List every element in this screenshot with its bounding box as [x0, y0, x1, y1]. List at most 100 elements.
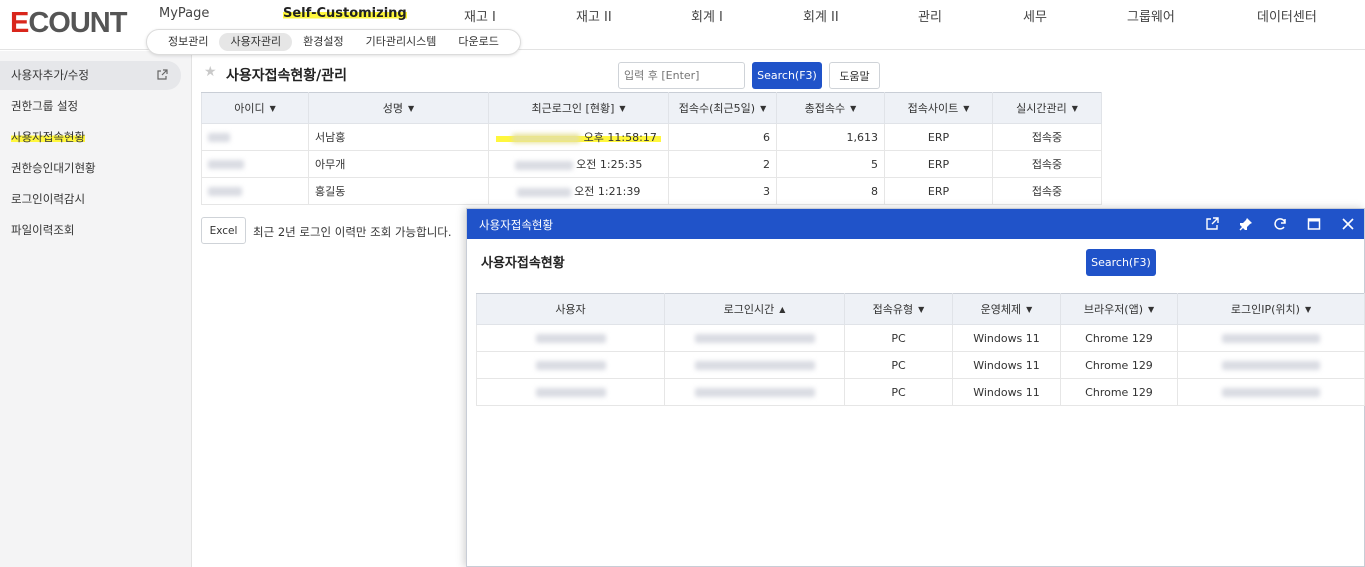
popup-title-bar[interactable]: 사용자접속현황 — [467, 209, 1364, 239]
refresh-icon[interactable] — [1272, 216, 1288, 232]
cell-access-type: PC — [844, 378, 953, 406]
maximize-icon[interactable] — [1306, 216, 1322, 232]
popup-access-table: 사용자 로그인시간 ▲ 접속유형 ▼ 운영체제 ▼ 브라우저(앱) ▼ 로그인IP(위치… — [476, 293, 1365, 406]
nav-data-center[interactable]: 데이터센터 — [1257, 6, 1317, 25]
table-header-row: 사용자 로그인시간 ▲ 접속유형 ▼ 운영체제 ▼ 브라우저(앱) ▼ 로그인IP(위치… — [476, 293, 1365, 325]
sidebar-item-file-history[interactable]: 파일이력조회 — [0, 216, 181, 245]
sidebar-item-label: 로그인이력감시 — [11, 192, 86, 206]
cell-name: 홍길동 — [308, 177, 489, 205]
cell-browser: Chrome 129 — [1060, 351, 1178, 379]
cell-browser: Chrome 129 — [1060, 324, 1178, 352]
col-header-access-type[interactable]: 접속유형 ▼ — [844, 293, 953, 325]
nav-accounting-1[interactable]: 회계 I — [691, 6, 723, 25]
page-title: 사용자접속현황/관리 — [226, 68, 348, 84]
cell-login-ip — [1177, 378, 1365, 406]
col-header-browser[interactable]: 브라우저(앱) ▼ — [1060, 293, 1178, 325]
page-header: ★ 사용자접속현황/관리 Search(F3) 도움말 — [193, 51, 1193, 96]
nav-groupware[interactable]: 그룹웨어 — [1127, 6, 1175, 25]
cell-access-type: PC — [844, 351, 953, 379]
nav-mypage[interactable]: MyPage — [159, 6, 209, 21]
user-access-table: 아이디 ▼ 성명 ▼ 최근로그인 [현황] ▼ 접속수(최근5일) ▼ 총접속수 ▼ 접속… — [201, 92, 1102, 205]
cell-login-time — [664, 351, 845, 379]
star-icon[interactable]: ★ — [204, 64, 217, 80]
col-header-os[interactable]: 운영체제 ▼ — [952, 293, 1061, 325]
cell-realtime-status[interactable]: 접속중 — [992, 150, 1102, 178]
col-header-site[interactable]: 접속사이트 ▼ — [884, 92, 993, 124]
cell-browser: Chrome 129 — [1060, 378, 1178, 406]
cell-recent-count: 2 — [668, 150, 777, 178]
cell-user — [476, 324, 665, 352]
col-header-login-time[interactable]: 로그인시간 ▲ — [664, 293, 845, 325]
subnav-info-management[interactable]: 정보관리 — [157, 33, 219, 51]
cell-site: ERP — [884, 123, 993, 151]
nav-inventory-2[interactable]: 재고 II — [576, 6, 612, 25]
table-row[interactable]: 서남홍 오후 11:58:17 6 1,613 ERP 접속중 — [201, 123, 1102, 151]
cell-login-ip — [1177, 351, 1365, 379]
excel-button[interactable]: Excel — [201, 217, 246, 244]
col-header-login-ip[interactable]: 로그인IP(위치) ▼ — [1177, 293, 1365, 325]
close-icon[interactable] — [1340, 216, 1356, 232]
cell-site: ERP — [884, 150, 993, 178]
table-row[interactable]: PC Windows 11 Chrome 129 — [476, 324, 1365, 352]
cell-user — [476, 378, 665, 406]
cell-name: 서남홍 — [308, 123, 489, 151]
cell-user — [476, 351, 665, 379]
cell-total-count: 8 — [776, 177, 885, 205]
external-link-icon[interactable] — [155, 68, 169, 82]
cell-login-ip — [1177, 324, 1365, 352]
col-header-last-login[interactable]: 최근로그인 [현황] ▼ — [488, 92, 669, 124]
sidebar-item-user-access-status[interactable]: 사용자접속현황 — [0, 123, 181, 152]
search-button[interactable]: Search(F3) — [752, 62, 822, 89]
col-header-realtime[interactable]: 실시간관리 ▼ — [992, 92, 1102, 124]
external-link-icon[interactable] — [1204, 216, 1220, 232]
sidebar: 사용자추가/수정 권한그룹 설정 사용자접속현황 권한승인대기현황 로그인이력감… — [0, 51, 192, 567]
login-history-note: 최근 2년 로그인 이력만 조회 가능합니다. — [253, 225, 452, 239]
col-header-user[interactable]: 사용자 — [476, 293, 665, 325]
sidebar-item-label: 사용자추가/수정 — [11, 68, 89, 82]
popup-search-button[interactable]: Search(F3) — [1086, 249, 1156, 276]
cell-access-type: PC — [844, 324, 953, 352]
table-header-row: 아이디 ▼ 성명 ▼ 최근로그인 [현황] ▼ 접속수(최근5일) ▼ 총접속수 ▼ 접속… — [201, 92, 1102, 124]
col-header-id[interactable]: 아이디 ▼ — [201, 92, 309, 124]
table-row[interactable]: 홍길동 오전 1:21:39 3 8 ERP 접속중 — [201, 177, 1102, 205]
cell-realtime-status[interactable]: 접속중 — [992, 177, 1102, 205]
cell-last-login: 오전 1:21:39 — [488, 177, 669, 205]
cell-site: ERP — [884, 177, 993, 205]
table-row[interactable]: PC Windows 11 Chrome 129 — [476, 351, 1365, 379]
subnav-settings[interactable]: 환경설정 — [292, 33, 354, 51]
nav-inventory-1[interactable]: 재고 I — [464, 6, 496, 25]
popup-title: 사용자접속현황 — [481, 256, 565, 271]
subnav-other-systems[interactable]: 기타관리시스템 — [355, 33, 448, 51]
table-row[interactable]: PC Windows 11 Chrome 129 — [476, 378, 1365, 406]
sidebar-item-label: 권한그룹 설정 — [11, 99, 79, 113]
top-nav: MyPage Self-Customizing 재고 I 재고 II 회계 I … — [0, 0, 1365, 30]
nav-accounting-2[interactable]: 회계 II — [803, 6, 839, 25]
subnav-user-management[interactable]: 사용자관리 — [219, 33, 293, 51]
cell-realtime-status[interactable]: 접속중 — [992, 123, 1102, 151]
col-header-total-count[interactable]: 총접속수 ▼ — [776, 92, 885, 124]
cell-id — [201, 123, 309, 151]
cell-os: Windows 11 — [952, 378, 1061, 406]
sidebar-item-add-edit-user[interactable]: 사용자추가/수정 — [0, 61, 181, 90]
cell-total-count: 5 — [776, 150, 885, 178]
subnav-download[interactable]: 다운로드 — [447, 33, 509, 51]
cell-os: Windows 11 — [952, 324, 1061, 352]
nav-tax[interactable]: 세무 — [1023, 6, 1047, 25]
search-input[interactable] — [618, 62, 745, 89]
cell-id — [201, 177, 309, 205]
pin-icon[interactable] — [1238, 216, 1254, 232]
table-row[interactable]: 아무개 오전 1:25:35 2 5 ERP 접속중 — [201, 150, 1102, 178]
sidebar-item-label: 파일이력조회 — [11, 223, 75, 237]
sidebar-item-permission-groups[interactable]: 권한그룹 설정 — [0, 92, 181, 121]
col-header-recent-count[interactable]: 접속수(최근5일) ▼ — [668, 92, 777, 124]
nav-self-customizing[interactable]: Self-Customizing — [283, 6, 407, 21]
col-header-name[interactable]: 성명 ▼ — [308, 92, 489, 124]
user-access-popup: 사용자접속현황 사용자접속현황 Search(F3) 사용자 로그인시간 ▲ 접속… — [466, 208, 1365, 567]
nav-management[interactable]: 관리 — [918, 6, 942, 25]
cell-login-time — [664, 378, 845, 406]
sidebar-item-pending-approval[interactable]: 권한승인대기현황 — [0, 154, 181, 183]
help-button[interactable]: 도움말 — [829, 62, 880, 89]
sidebar-item-login-monitor[interactable]: 로그인이력감시 — [0, 185, 181, 214]
cell-name: 아무개 — [308, 150, 489, 178]
cell-total-count: 1,613 — [776, 123, 885, 151]
